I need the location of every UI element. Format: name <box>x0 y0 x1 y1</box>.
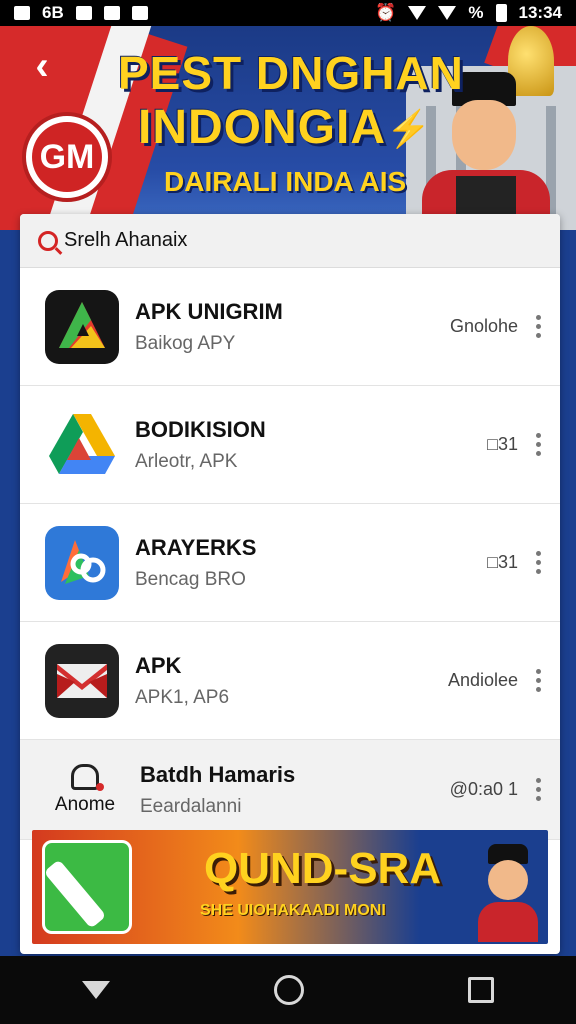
app-name: Batdh Hamaris <box>140 761 296 787</box>
app-status: Gnolohe <box>449 316 518 336</box>
app-subtitle: Baikog APY <box>135 332 236 354</box>
triangle-logo-icon <box>59 301 105 348</box>
app-subtitle: Bencag BRO <box>135 568 246 590</box>
app-text: ARAYERKS Bencag BRO <box>135 535 487 591</box>
logo-badge: GM <box>32 122 102 192</box>
app-list-card: Srelh Ahanaix APK UNIGRIM Baikog APY Gno… <box>20 214 560 954</box>
navigation-bar <box>0 956 576 1024</box>
app-name: BODIKISION <box>135 416 266 442</box>
app-status: □31 <box>487 434 518 454</box>
promo-subtitle: SHE UIOHAKAADI MONI <box>200 902 386 919</box>
battery-text: % <box>468 3 484 22</box>
nav-back-icon[interactable] <box>82 981 110 999</box>
app-subtitle: APK1, AP6 <box>135 686 230 708</box>
character-face <box>452 100 516 170</box>
search-input[interactable]: Srelh Ahanaix <box>64 229 187 252</box>
mail-app-icon <box>45 643 119 718</box>
overflow-menu-icon[interactable] <box>536 433 542 456</box>
nav-recents-icon[interactable] <box>468 977 494 1003</box>
lightning-icon: ⚡ <box>386 108 431 149</box>
battery-icon <box>495 4 507 22</box>
app-name: ARAYERKS <box>135 534 257 560</box>
promo-banner[interactable]: QUND-SRA SHE UIOHAKAADI MONI <box>32 830 548 944</box>
drive-logo-icon <box>49 413 115 474</box>
envelope-icon <box>57 663 107 698</box>
search-icon <box>38 230 58 251</box>
banner-title-line2: INDONGIA <box>138 101 386 154</box>
promo-app-icon <box>42 840 132 934</box>
app-text: Batdh Hamaris Eeardalanni <box>140 762 450 818</box>
app-text: BODIKISION Arleotr, APK <box>135 417 487 473</box>
header-banner: ‹ GM PEST DNGHAN INDONGIA ⚡ DAIRALI INDA… <box>0 26 576 230</box>
app-subtitle: Eeardalanni <box>140 795 242 817</box>
notification-icon <box>14 6 30 20</box>
app-status: @0:a0 1 <box>449 779 518 799</box>
logo-text: GM <box>39 138 95 176</box>
app-text: APK APK1, AP6 <box>135 653 448 709</box>
widget-label: Anome <box>54 793 116 815</box>
app-name: APK <box>135 652 182 678</box>
highlighted-list-item[interactable]: Anome Batdh Hamaris Eeardalanni @0:a0 1 <box>20 740 560 840</box>
promo-character-illustration <box>478 844 538 944</box>
store-logo-icon <box>61 539 106 584</box>
status-left-text: 6B <box>42 3 64 22</box>
app-status: □31 <box>487 552 518 572</box>
app-list-item[interactable]: APK UNIGRIM Baikog APY Gnolohe <box>20 268 560 386</box>
overflow-menu-icon[interactable] <box>536 669 542 692</box>
clock: 13:34 <box>518 3 562 22</box>
nav-home-icon[interactable] <box>274 975 304 1005</box>
app-list-item[interactable]: ARAYERKS Bencag BRO □31 <box>20 504 560 622</box>
signal-icon <box>438 6 457 20</box>
overflow-menu-icon[interactable] <box>536 315 542 338</box>
app-list-item[interactable]: APK APK1, AP6 Andiolee <box>20 622 560 740</box>
wifi-icon <box>408 6 427 20</box>
back-arrow-icon[interactable]: ‹ <box>22 46 62 86</box>
status-bar: 6B ⏰ % 13:34 <box>0 0 576 26</box>
overflow-menu-icon[interactable] <box>536 551 542 574</box>
app-text: APK UNIGRIM Baikog APY <box>135 299 450 355</box>
overflow-menu-icon[interactable] <box>536 778 542 801</box>
brand-logo: GM <box>22 112 112 202</box>
app-status: Andiolee <box>447 670 518 690</box>
banner-title-line1: PEST DNGHAN <box>118 47 464 99</box>
message-icon <box>131 6 148 20</box>
store-app-icon <box>45 525 119 600</box>
app-subtitle: Arleotr, APK <box>135 450 238 472</box>
app-list-item[interactable]: BODIKISION Arleotr, APK □31 <box>20 386 560 504</box>
bell-icon <box>71 763 104 791</box>
promo-title: QUND-SRA <box>204 844 442 893</box>
notification-widget: Anome <box>40 763 130 816</box>
status-bar-left: 6B <box>14 3 148 23</box>
triangle-app-icon <box>45 289 119 364</box>
status-bar-right: ⏰ % 13:34 <box>375 3 562 23</box>
app-notification-icon <box>103 6 120 20</box>
app-name: APK UNIGRIM <box>135 298 283 324</box>
search-bar[interactable]: Srelh Ahanaix <box>20 214 560 268</box>
image-icon <box>75 6 92 20</box>
drive-app-icon <box>45 408 119 482</box>
alarm-icon: ⏰ <box>375 3 397 22</box>
banner-subtitle: DAIRALI INDA AIS <box>164 166 407 197</box>
